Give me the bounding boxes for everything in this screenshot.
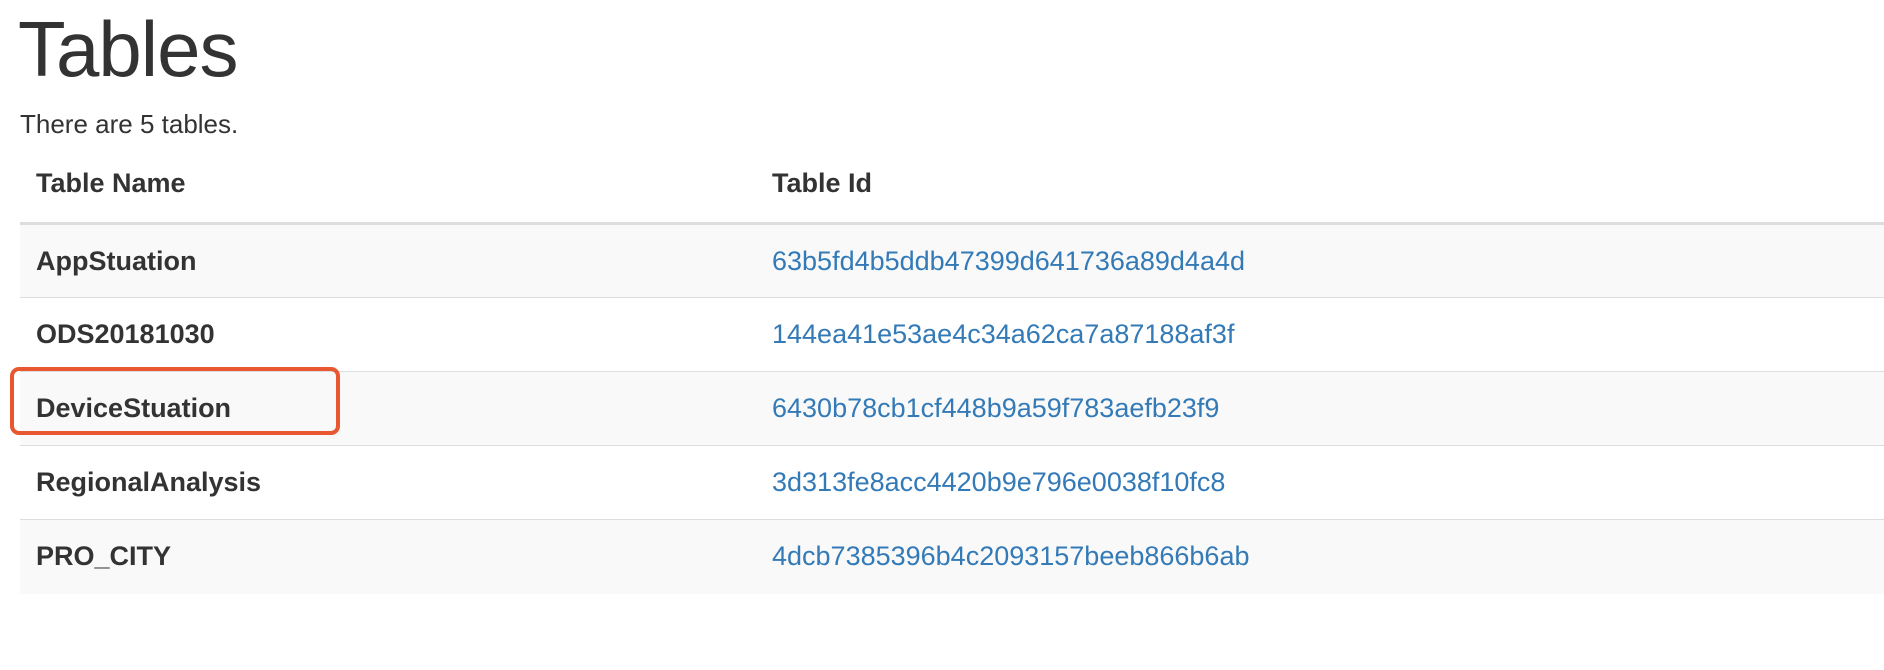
- table-header: Table Name Table Id: [20, 150, 1884, 225]
- table-row: RegionalAnalysis 3d313fe8acc4420b9e796e0…: [20, 445, 1884, 520]
- table-name-cell: PRO_CITY: [20, 519, 756, 594]
- tables-list: Table Name Table Id AppStuation 63b5fd4b…: [20, 150, 1884, 594]
- table-id-link[interactable]: 3d313fe8acc4420b9e796e0038f10fc8: [772, 467, 1225, 497]
- table-id-link[interactable]: 6430b78cb1cf448b9a59f783aefb23f9: [772, 393, 1219, 423]
- table-id-cell: 144ea41e53ae4c34a62ca7a87188af3f: [756, 297, 1884, 372]
- table-id-cell: 6430b78cb1cf448b9a59f783aefb23f9: [756, 371, 1884, 446]
- table-row: PRO_CITY 4dcb7385396b4c2093157beeb866b6a…: [20, 519, 1884, 594]
- table-row: ODS20181030 144ea41e53ae4c34a62ca7a87188…: [20, 297, 1884, 372]
- table-name-cell: ODS20181030: [20, 297, 756, 372]
- column-header-table-name: Table Name: [20, 150, 756, 225]
- column-header-table-id: Table Id: [756, 150, 1884, 225]
- table-id-link[interactable]: 144ea41e53ae4c34a62ca7a87188af3f: [772, 319, 1234, 349]
- table-id-cell: 63b5fd4b5ddb47399d641736a89d4a4d: [756, 223, 1884, 298]
- table-row: DeviceStuation 6430b78cb1cf448b9a59f783a…: [20, 371, 1884, 446]
- table-id-cell: 4dcb7385396b4c2093157beeb866b6ab: [756, 519, 1884, 594]
- table-id-cell: 3d313fe8acc4420b9e796e0038f10fc8: [756, 445, 1884, 520]
- table-name-cell: RegionalAnalysis: [20, 445, 756, 520]
- table-row: AppStuation 63b5fd4b5ddb47399d641736a89d…: [20, 223, 1884, 298]
- table-body: AppStuation 63b5fd4b5ddb47399d641736a89d…: [20, 223, 1884, 594]
- table-name-cell: DeviceStuation: [20, 371, 756, 446]
- table-id-link[interactable]: 63b5fd4b5ddb47399d641736a89d4a4d: [772, 246, 1245, 276]
- page-title: Tables: [18, 5, 238, 93]
- table-id-link[interactable]: 4dcb7385396b4c2093157beeb866b6ab: [772, 541, 1249, 571]
- table-name-cell: AppStuation: [20, 223, 756, 298]
- table-count-summary: There are 5 tables.: [20, 109, 239, 139]
- header-row: Table Name Table Id: [20, 150, 1884, 225]
